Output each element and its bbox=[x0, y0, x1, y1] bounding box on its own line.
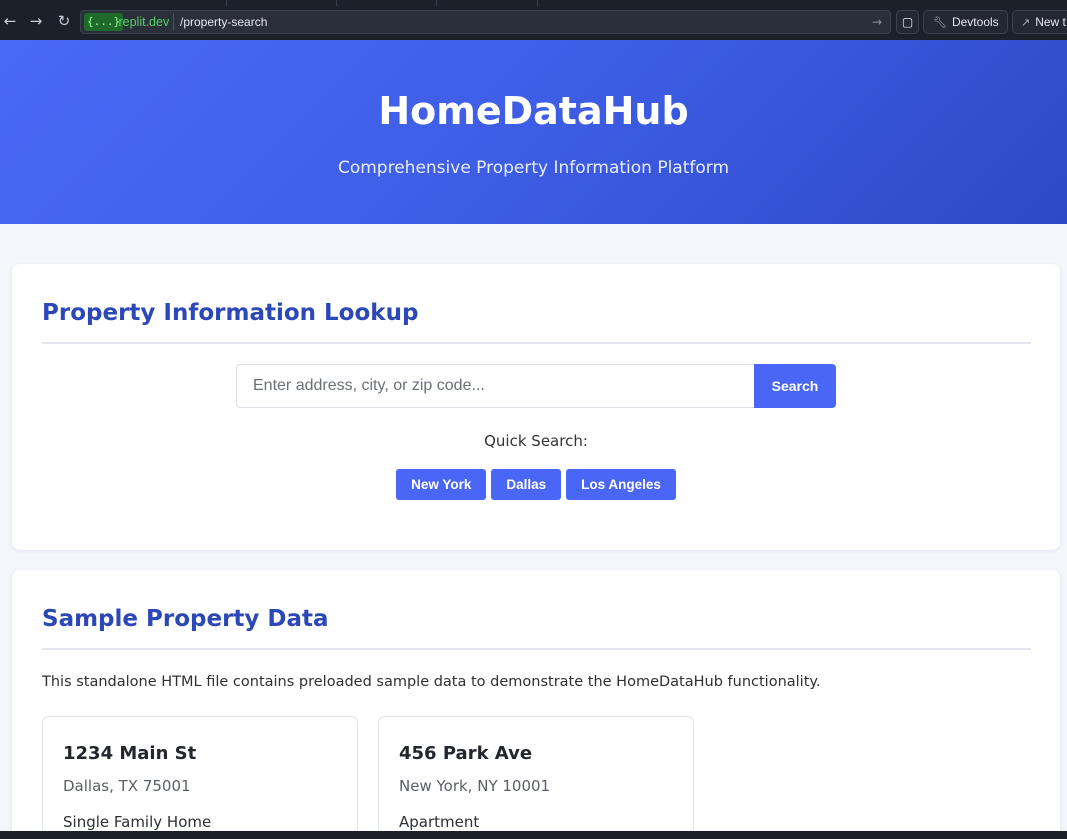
lookup-card: Property Information Lookup Search Quick… bbox=[12, 264, 1060, 550]
url-domain: .replit.dev bbox=[115, 15, 170, 29]
back-icon[interactable]: ← bbox=[0, 11, 20, 31]
lookup-heading: Property Information Lookup bbox=[42, 300, 419, 326]
tab-divider bbox=[336, 0, 337, 6]
tab-divider bbox=[436, 0, 437, 6]
sample-data-card: Sample Property Data This standalone HTM… bbox=[12, 570, 1060, 839]
hero-header: HomeDataHub Comprehensive Property Infor… bbox=[0, 40, 1067, 224]
search-form: Search bbox=[236, 364, 836, 408]
devtools-button[interactable]: 🔧︎ Devtools bbox=[923, 10, 1008, 34]
new-tab-label: New t bbox=[1035, 15, 1066, 29]
tab-divider bbox=[226, 0, 227, 6]
external-link-icon: ↗ bbox=[1021, 17, 1031, 29]
quick-search-dallas[interactable]: Dallas bbox=[491, 469, 562, 500]
property-card[interactable]: 1234 Main St Dallas, TX 75001 Single Fam… bbox=[42, 716, 358, 839]
property-address: 1234 Main St bbox=[63, 743, 197, 764]
site-subtitle: Comprehensive Property Information Platf… bbox=[337, 158, 730, 178]
browser-toolbar: ← → ↻ {...} .replit.dev /property-search… bbox=[0, 0, 1067, 40]
property-city: Dallas, TX 75001 bbox=[63, 777, 191, 795]
wrench-icon: 🔧︎ bbox=[933, 17, 947, 29]
divider bbox=[42, 648, 1031, 650]
search-input[interactable] bbox=[236, 364, 754, 408]
quick-search-new-york[interactable]: New York bbox=[396, 469, 487, 500]
tab-strip bbox=[0, 0, 1067, 6]
property-city: New York, NY 10001 bbox=[399, 777, 551, 795]
property-type: Single Family Home bbox=[63, 813, 212, 831]
screen-icon[interactable]: ▢ bbox=[896, 10, 919, 34]
property-type: Apartment bbox=[399, 813, 480, 831]
divider bbox=[42, 342, 1031, 344]
site-title: HomeDataHub bbox=[378, 89, 689, 133]
quick-search-label: Quick Search: bbox=[484, 432, 588, 450]
new-tab-button[interactable]: ↗ New t bbox=[1012, 10, 1067, 34]
url-separator bbox=[173, 13, 174, 31]
quick-search-los-angeles[interactable]: Los Angeles bbox=[566, 469, 676, 500]
quick-search-buttons: New York Dallas Los Angeles bbox=[12, 469, 1060, 500]
sample-intro: This standalone HTML file contains prelo… bbox=[42, 674, 821, 690]
reload-icon[interactable]: ↻ bbox=[54, 11, 74, 31]
go-arrow-icon[interactable]: → bbox=[872, 14, 882, 30]
devtools-label: Devtools bbox=[951, 15, 999, 29]
sample-heading: Sample Property Data bbox=[42, 606, 329, 632]
property-address: 456 Park Ave bbox=[399, 743, 533, 764]
property-card[interactable]: 456 Park Ave New York, NY 10001 Apartmen… bbox=[378, 716, 694, 839]
address-bar[interactable]: {...} .replit.dev /property-search → bbox=[80, 10, 891, 34]
url-path: /property-search bbox=[180, 15, 268, 29]
search-button[interactable]: Search bbox=[754, 364, 836, 408]
bottom-bar bbox=[0, 831, 1067, 839]
forward-icon[interactable]: → bbox=[26, 11, 46, 31]
tab-divider bbox=[537, 0, 538, 6]
